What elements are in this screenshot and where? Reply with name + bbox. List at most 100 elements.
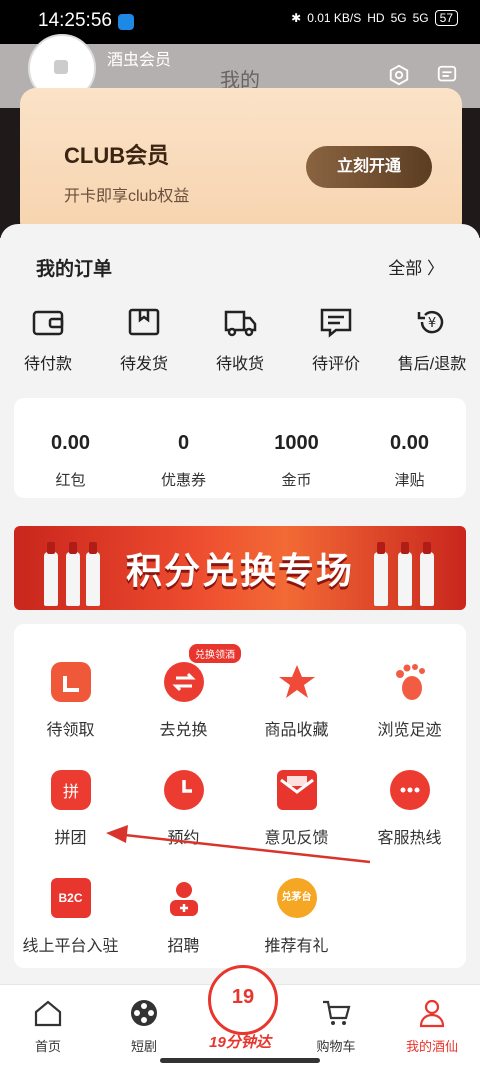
wallet-icon <box>32 310 64 336</box>
tab-19-minute-delivery[interactable]: 19分钟达 <box>192 1031 288 1052</box>
svg-text:¥: ¥ <box>428 316 436 331</box>
club-membership-card[interactable]: CLUB会员 开卡即享club权益 立刻开通 <box>20 88 462 238</box>
order-after-sales[interactable]: ¥ 售后/退款 <box>384 304 480 374</box>
stat-label: 金币 <box>281 472 312 489</box>
exchange-icon <box>163 662 204 702</box>
order-label: 待付款 <box>23 356 72 373</box>
stat-value: 0.00 <box>51 432 90 454</box>
service-label: 商品收藏 <box>264 722 329 739</box>
points-exchange-banner[interactable]: 积分兑换专场 <box>14 526 466 610</box>
order-label: 待发货 <box>119 356 168 373</box>
service-recruitment[interactable]: 招聘 <box>127 878 240 956</box>
order-label: 售后/退款 <box>397 356 467 373</box>
star-icon <box>277 662 317 702</box>
activate-club-button[interactable]: 立刻开通 <box>306 146 432 188</box>
club-title: CLUB会员 <box>64 143 170 168</box>
service-hotline[interactable]: 客服热线 <box>353 770 466 848</box>
mail-icon <box>276 770 317 810</box>
service-feedback[interactable]: 意见反馈 <box>240 770 353 848</box>
b2c-icon: B2C <box>50 878 91 918</box>
order-pending-shipment[interactable]: 待发货 <box>96 304 192 374</box>
stat-coins[interactable]: 1000 金币 <box>240 398 353 498</box>
settings-icon[interactable] <box>388 64 410 86</box>
orders-title: 我的订单 <box>36 259 113 280</box>
service-exchange[interactable]: 兑换领酒 去兑换 <box>127 644 241 740</box>
club-subtitle: 开卡即享club权益 <box>64 188 190 205</box>
comment-icon <box>320 308 352 338</box>
refund-icon: ¥ <box>417 310 444 334</box>
order-pending-receipt[interactable]: 待收货 <box>192 304 288 374</box>
message-icon[interactable] <box>436 64 458 86</box>
group-buy-icon: 拼 <box>50 770 91 810</box>
service-reservation[interactable]: 预约 <box>127 770 240 848</box>
cart-icon <box>323 1000 351 1025</box>
service-label: 客服热线 <box>377 830 442 847</box>
service-pending-claim[interactable]: 待领取 <box>14 662 127 740</box>
box-icon <box>128 308 160 336</box>
order-pending-review[interactable]: 待评价 <box>288 304 384 374</box>
tab-short-drama[interactable]: 短剧 <box>96 993 192 1055</box>
stat-label: 优惠券 <box>160 472 206 489</box>
gift-box-icon <box>50 662 91 702</box>
maotai-badge-icon: 兑茅台 <box>276 878 317 918</box>
order-label: 待评价 <box>311 356 360 373</box>
service-label: 预约 <box>167 830 200 847</box>
footprint-icon <box>390 662 430 702</box>
truck-icon <box>224 310 257 337</box>
clock-icon <box>163 770 204 810</box>
app-notification-icon <box>118 14 134 30</box>
chat-bubble-icon <box>389 770 430 810</box>
stat-value: 1000 <box>274 432 319 454</box>
tab-label: 首页 <box>34 1039 61 1054</box>
signal-1-icon: 5G <box>390 11 407 25</box>
service-referral[interactable]: 兑茅台 推荐有礼 <box>240 878 353 956</box>
main-sheet: 我的订单 全部 〉 待付款 待发货 待收货 待评价 ¥ 售后/退款 0.00 红… <box>0 224 480 984</box>
exchange-badge: 兑换领酒 <box>189 644 241 663</box>
tab-cart[interactable]: 购物车 <box>288 993 384 1055</box>
tab-label: 购物车 <box>316 1039 356 1054</box>
service-label: 线上平台入驻 <box>22 938 119 955</box>
status-indicators: ✱ 0.01 KB/S HD 5G 5G 57 <box>291 10 458 26</box>
tab-label: 我的酒仙 <box>405 1039 458 1054</box>
stat-red-packet[interactable]: 0.00 红包 <box>14 398 127 498</box>
services-grid: 待领取 兑换领酒 去兑换 商品收藏 浏览足迹 拼 拼团 预约 意见反馈 客服热线… <box>14 624 466 968</box>
orders-all-link[interactable]: 全部 〉 <box>388 254 444 279</box>
service-label: 浏览足迹 <box>377 722 442 739</box>
svg-text:拼: 拼 <box>62 782 78 801</box>
service-label: 待领取 <box>46 722 95 739</box>
banner-title: 积分兑换专场 <box>125 550 354 591</box>
order-status-row: 待付款 待发货 待收货 待评价 ¥ 售后/退款 <box>0 304 480 374</box>
order-pending-payment[interactable]: 待付款 <box>0 304 96 374</box>
stat-value: 0 <box>177 432 190 454</box>
stat-coupons[interactable]: 0 优惠券 <box>127 398 240 498</box>
signal-2-icon: 5G <box>412 11 429 25</box>
service-group-buy[interactable]: 拼 拼团 <box>14 770 127 848</box>
status-time: 14:25:56 <box>38 10 112 31</box>
service-platform-join[interactable]: B2C 线上平台入驻 <box>14 878 127 956</box>
profile-icon <box>419 999 445 1028</box>
service-label: 推荐有礼 <box>264 938 329 955</box>
hd-icon: HD <box>367 11 385 25</box>
service-label: 拼团 <box>54 830 87 847</box>
service-favorites[interactable]: 商品收藏 <box>240 662 353 740</box>
tab-label: 短剧 <box>130 1039 157 1054</box>
film-reel-icon <box>131 1000 157 1026</box>
stat-label: 红包 <box>55 472 86 489</box>
bluetooth-icon: ✱ <box>291 11 302 25</box>
service-label: 去兑换 <box>159 722 208 739</box>
person-add-icon <box>164 878 204 918</box>
stat-label: 津贴 <box>394 472 425 489</box>
stat-allowance[interactable]: 0.00 津贴 <box>353 398 466 498</box>
stat-value: 0.00 <box>390 432 429 454</box>
home-indicator[interactable] <box>160 1058 320 1063</box>
delivery-19-icon[interactable]: 19 <box>208 965 278 1035</box>
tab-my-profile[interactable]: 我的酒仙 <box>384 993 480 1055</box>
battery-icon: 57 <box>434 10 458 26</box>
home-icon <box>34 1000 62 1027</box>
service-label: 招聘 <box>167 938 200 955</box>
service-footprints[interactable]: 浏览足迹 <box>353 662 466 740</box>
tab-home[interactable]: 首页 <box>0 993 96 1055</box>
service-label: 意见反馈 <box>264 830 329 847</box>
net-speed: 0.01 KB/S <box>307 11 362 25</box>
assets-card: 0.00 红包 0 优惠券 1000 金币 0.00 津贴 <box>14 398 466 498</box>
